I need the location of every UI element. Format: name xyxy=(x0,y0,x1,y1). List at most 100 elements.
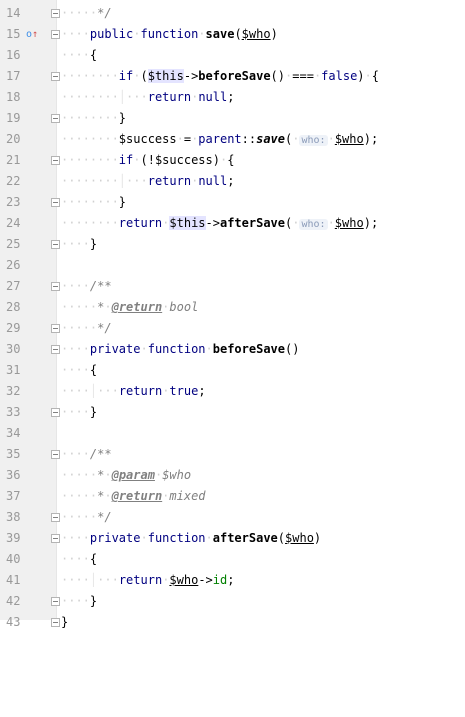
code-line: 24 ········return·$this->afterSave(· who:… xyxy=(0,213,465,234)
code-line: 26 xyxy=(0,255,465,276)
line-content: ········│···return·null; xyxy=(61,90,235,104)
code-line: 32 ····│···return·true; xyxy=(0,381,465,402)
fold-icon[interactable] xyxy=(51,9,60,18)
line-content: ········$success·=·parent::save(· who: ·$w… xyxy=(61,132,379,146)
code-line: 27 ····/** xyxy=(0,276,465,297)
line-content: ·····*/ xyxy=(61,6,112,20)
line-number: 32 xyxy=(6,384,21,398)
code-line: 20 ········$success·=·parent::save(· who:… xyxy=(0,129,465,150)
code-line: 36 ·····*·@param·$who xyxy=(0,465,465,486)
line-number: 40 xyxy=(6,552,21,566)
line-content: ·····*·@param·$who xyxy=(61,468,192,482)
line-content: ·····*·@return·mixed xyxy=(61,489,206,503)
code-line: 30 ····private·function·beforeSave() xyxy=(0,339,465,360)
line-number: 22 xyxy=(6,174,21,188)
line-number: 28 xyxy=(6,300,21,314)
line-number: 25 xyxy=(6,237,21,251)
fold-icon[interactable] xyxy=(51,156,60,165)
code-line: 39 ····private·function·afterSave($who) xyxy=(0,528,465,549)
code-line: 28 ·····*·@return·bool xyxy=(0,297,465,318)
code-line: 21 ········if·(!$success)·{ xyxy=(0,150,465,171)
fold-icon[interactable] xyxy=(51,450,60,459)
line-content: ····} xyxy=(61,237,98,251)
code-line: 38 ·····*/ xyxy=(0,507,465,528)
override-marker-icon[interactable]: o↑ xyxy=(26,24,40,45)
line-number: 41 xyxy=(6,573,21,587)
code-line: 16 ····{ xyxy=(0,45,465,66)
fold-icon[interactable] xyxy=(51,534,60,543)
code-line: 29 ·····*/ xyxy=(0,318,465,339)
line-content: ········if·($this->beforeSave()·===·fals… xyxy=(61,69,379,83)
line-number: 15 xyxy=(6,27,21,41)
fold-icon[interactable] xyxy=(51,408,60,417)
line-content: ····/** xyxy=(61,447,112,461)
code-line: 33 ····} xyxy=(0,402,465,423)
line-number: 30 xyxy=(6,342,21,356)
code-line: 25 ····} xyxy=(0,234,465,255)
code-line: 40 ····{ xyxy=(0,549,465,570)
line-number: 24 xyxy=(6,216,21,230)
line-number: 26 xyxy=(6,258,21,272)
line-number: 38 xyxy=(6,510,21,524)
code-line: 42 ····} xyxy=(0,591,465,612)
fold-icon[interactable] xyxy=(51,282,60,291)
line-content: ········if·(!$success)·{ xyxy=(61,153,235,167)
fold-icon[interactable] xyxy=(51,597,60,606)
line-content: ········} xyxy=(61,195,127,209)
fold-icon[interactable] xyxy=(51,72,60,81)
code-line: 37 ·····*·@return·mixed xyxy=(0,486,465,507)
line-content: ········│···return·null; xyxy=(61,174,235,188)
line-number: 23 xyxy=(6,195,21,209)
fold-icon[interactable] xyxy=(51,618,60,627)
line-number: 37 xyxy=(6,489,21,503)
line-number: 14 xyxy=(6,6,21,20)
line-content: ····/** xyxy=(61,279,112,293)
code-line: 17 ········if·($this->beforeSave()·===·f… xyxy=(0,66,465,87)
code-line: 14 ·····*/ xyxy=(0,3,465,24)
line-number: 21 xyxy=(6,153,21,167)
line-number: 16 xyxy=(6,48,21,62)
code-line: 19 ········} xyxy=(0,108,465,129)
code-line: 34 xyxy=(0,423,465,444)
fold-icon[interactable] xyxy=(51,30,60,39)
line-content: ·····*·@return·bool xyxy=(61,300,199,314)
code-line: 35 ····/** xyxy=(0,444,465,465)
line-content: ····│···return·$who->id; xyxy=(61,573,235,587)
code-line: 15 o↑ ····public·function·save($who) xyxy=(0,24,465,45)
line-number: 33 xyxy=(6,405,21,419)
fold-icon[interactable] xyxy=(51,345,60,354)
line-content: ····private·function·beforeSave() xyxy=(61,342,300,356)
line-number: 42 xyxy=(6,594,21,608)
line-number: 18 xyxy=(6,90,21,104)
code-line: 43 } xyxy=(0,612,465,633)
fold-icon[interactable] xyxy=(51,114,60,123)
code-line: 23 ········} xyxy=(0,192,465,213)
line-content: ········return·$this->afterSave(· who: ·$w… xyxy=(61,216,379,230)
fold-icon[interactable] xyxy=(51,240,60,249)
line-number: 29 xyxy=(6,321,21,335)
line-content: ····│···return·true; xyxy=(61,384,206,398)
line-content: ····{ xyxy=(61,363,98,377)
fold-icon[interactable] xyxy=(51,324,60,333)
parameter-hint: who: xyxy=(299,219,328,230)
line-content: ········} xyxy=(61,111,127,125)
code-line: 41 ····│···return·$who->id; xyxy=(0,570,465,591)
line-content: ····} xyxy=(61,594,98,608)
line-content: ·····*/ xyxy=(61,510,112,524)
code-line: 18 ········│···return·null; xyxy=(0,87,465,108)
line-number: 43 xyxy=(6,615,21,629)
line-number: 20 xyxy=(6,132,21,146)
line-number: 19 xyxy=(6,111,21,125)
parameter-hint: who: xyxy=(299,135,328,146)
line-number: 27 xyxy=(6,279,21,293)
line-number: 39 xyxy=(6,531,21,545)
code-editor[interactable]: 14 ·····*/ 15 o↑ ····public·function·sav… xyxy=(0,3,465,633)
line-content: ·····*/ xyxy=(61,321,112,335)
line-number: 35 xyxy=(6,447,21,461)
line-content: ····{ xyxy=(61,48,98,62)
line-number: 36 xyxy=(6,468,21,482)
fold-icon[interactable] xyxy=(51,513,60,522)
line-content: ····public·function·save($who) xyxy=(61,27,278,41)
code-line: 31 ····{ xyxy=(0,360,465,381)
fold-icon[interactable] xyxy=(51,198,60,207)
